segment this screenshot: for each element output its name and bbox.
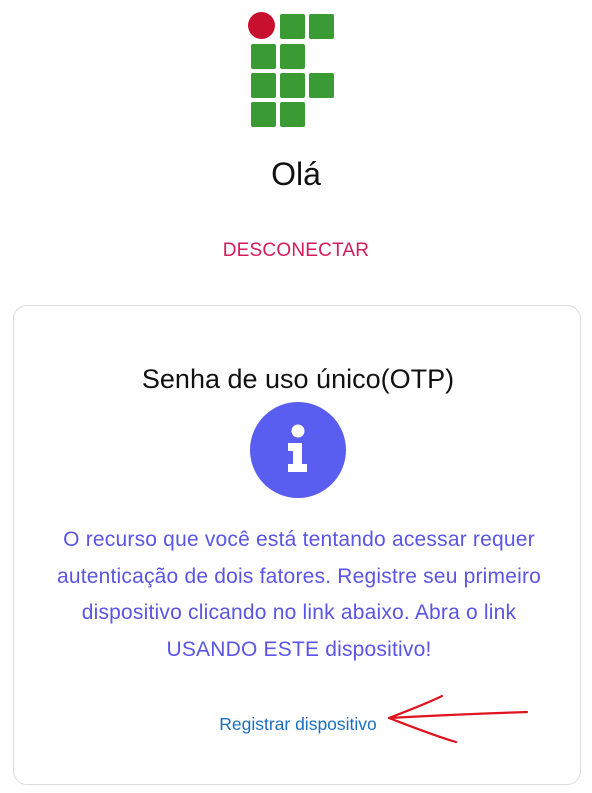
logout-button[interactable]: DESCONECTAR <box>0 240 592 262</box>
logo-cell <box>251 44 276 69</box>
logo-cell <box>309 73 334 98</box>
logo-cell <box>251 73 276 98</box>
logo-cell <box>280 73 305 98</box>
register-device-link[interactable]: Registrar dispositivo <box>14 714 582 735</box>
logo-cell <box>251 102 276 127</box>
greeting-title: Olá <box>271 156 321 192</box>
logo-cell <box>309 14 334 39</box>
logo-cell <box>280 102 305 127</box>
otp-page: Olá DESCONECTAR Senha de uso único(OTP) … <box>0 0 592 793</box>
institution-logo-icon <box>248 12 338 130</box>
two-factor-message: O recurso que você está tentando acessar… <box>56 528 542 661</box>
logo-cell <box>280 14 305 39</box>
info-icon <box>250 402 346 498</box>
card-title: Senha de uso único(OTP) <box>141 364 455 394</box>
logo-red-dot <box>248 12 275 39</box>
otp-card: Senha de uso único(OTP) O recurso que vo… <box>13 305 581 785</box>
logo-cell <box>280 44 305 69</box>
